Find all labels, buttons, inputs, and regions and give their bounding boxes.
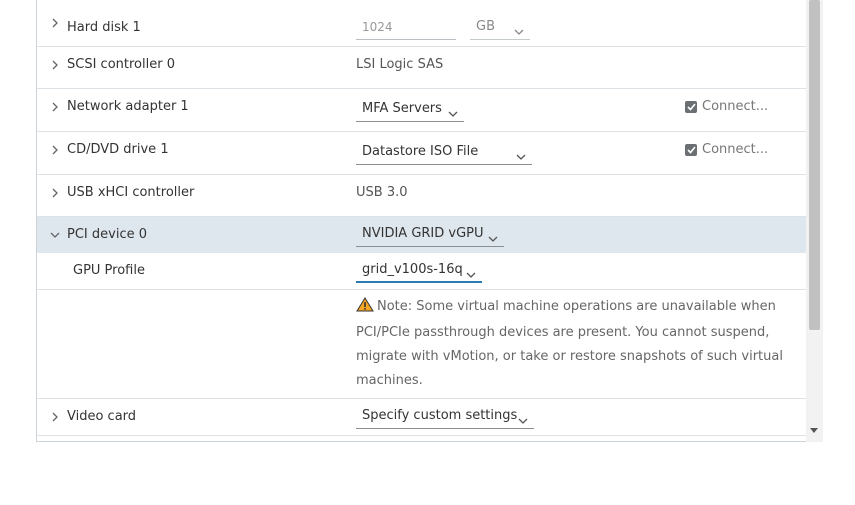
chevron-down-icon — [448, 105, 458, 125]
chevron-right-icon[interactable] — [50, 188, 60, 198]
video-settings-value: Specify custom settings — [362, 408, 518, 423]
pci-device-value: NVIDIA GRID vGPU — [362, 226, 484, 241]
row-gpu-profile[interactable]: GPU Profile grid_v100s-16q — [37, 253, 807, 290]
pci-device-select[interactable]: NVIDIA GRID vGPU — [356, 224, 504, 247]
row-partial — [37, 436, 807, 441]
cd-media-value: Datastore ISO File — [362, 144, 479, 159]
row-label: SCSI controller 0 — [67, 57, 175, 72]
row-label: Video card — [67, 409, 137, 424]
chevron-down-icon — [466, 266, 476, 286]
row-label: CD/DVD drive 1 — [67, 142, 169, 157]
row-pci-device[interactable]: PCI device 0 NVIDIA GRID vGPU — [37, 217, 807, 253]
scroll-down-arrow-icon[interactable] — [810, 428, 818, 433]
gpu-profile-value: grid_v100s-16q — [362, 262, 463, 277]
network-value: MFA Servers — [362, 101, 442, 116]
gpu-profile-select[interactable]: grid_v100s-16q — [356, 260, 482, 283]
disk-unit-select[interactable]: GB — [470, 18, 530, 40]
disk-size-input[interactable]: 1024 — [356, 18, 456, 40]
chevron-down-icon — [518, 412, 528, 432]
virtual-hardware-panel: Hard disk 1 1024 GB SCSI controller 0 LS… — [36, 0, 823, 442]
checkbox-checked-icon[interactable] — [685, 100, 697, 113]
scrollbar-thumb[interactable] — [809, 0, 820, 330]
row-label: USB xHCI controller — [67, 185, 195, 200]
scsi-type-value: LSI Logic SAS — [356, 57, 444, 72]
chevron-down-icon — [516, 148, 526, 168]
warning-triangle-icon — [356, 297, 374, 321]
gpu-profile-label: GPU Profile — [73, 263, 145, 278]
checkbox-checked-icon[interactable] — [685, 143, 697, 156]
row-label: Network adapter 1 — [67, 99, 189, 114]
chevron-right-icon[interactable] — [50, 18, 60, 28]
note-text: Note: Some virtual machine operations ar… — [356, 299, 783, 388]
video-settings-select[interactable]: Specify custom settings — [356, 406, 534, 429]
row-network-adapter[interactable]: Network adapter 1 MFA Servers Connect... — [37, 89, 807, 132]
row-usb-controller[interactable]: USB xHCI controller USB 3.0 — [37, 175, 807, 217]
row-passthrough-note: Note: Some virtual machine operations ar… — [37, 290, 807, 399]
disk-unit-value: GB — [476, 19, 495, 34]
network-select[interactable]: MFA Servers — [356, 99, 464, 122]
row-scsi-controller[interactable]: SCSI controller 0 LSI Logic SAS — [37, 47, 807, 89]
cd-media-select[interactable]: Datastore ISO File — [356, 142, 532, 165]
connect-label: Connect... — [702, 142, 769, 157]
chevron-right-icon[interactable] — [50, 412, 60, 422]
chevron-down-icon[interactable] — [50, 230, 60, 240]
chevron-right-icon[interactable] — [50, 60, 60, 70]
vertical-scrollbar[interactable] — [806, 0, 823, 442]
chevron-right-icon[interactable] — [50, 145, 60, 155]
usb-version-value: USB 3.0 — [356, 185, 408, 200]
row-label: PCI device 0 — [67, 227, 147, 242]
row-video-card[interactable]: Video card Specify custom settings — [37, 399, 807, 436]
row-hard-disk[interactable]: Hard disk 1 1024 GB — [37, 0, 807, 47]
passthrough-note: Note: Some virtual machine operations ar… — [356, 295, 786, 393]
chevron-right-icon[interactable] — [50, 102, 60, 112]
row-label: Hard disk 1 — [67, 20, 141, 35]
chevron-down-icon — [488, 230, 498, 250]
connect-checkbox[interactable]: Connect... — [685, 99, 768, 114]
connect-label: Connect... — [702, 99, 769, 114]
row-cd-dvd-drive[interactable]: CD/DVD drive 1 Datastore ISO File Connec… — [37, 132, 807, 175]
chevron-down-icon — [514, 24, 524, 42]
connect-checkbox[interactable]: Connect... — [685, 142, 768, 157]
